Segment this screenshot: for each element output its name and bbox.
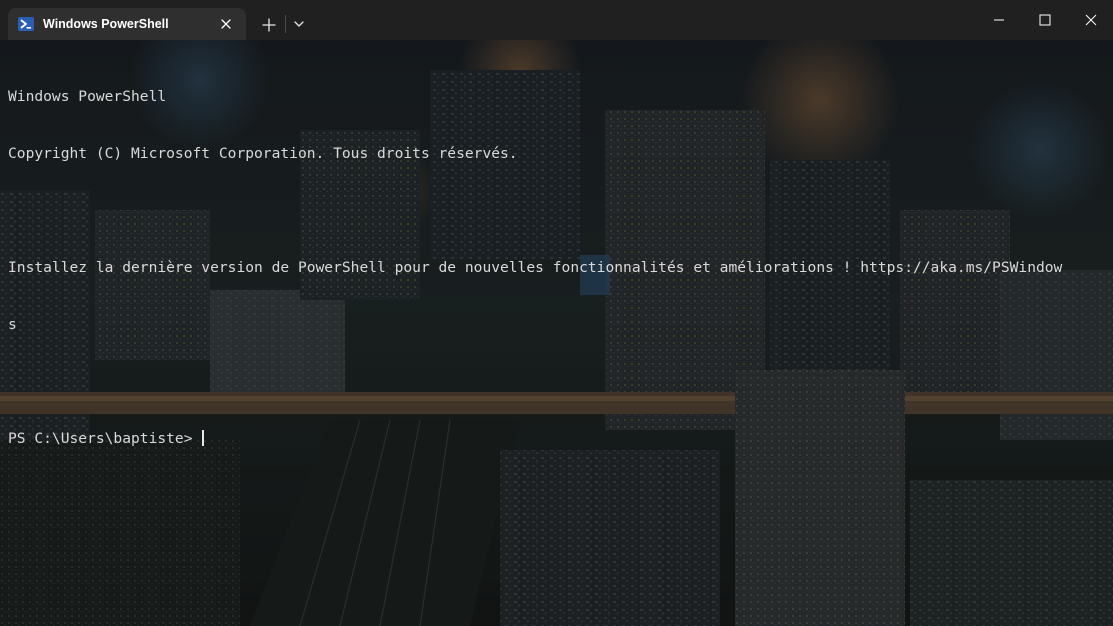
powershell-icon [18,16,34,32]
tab-divider [285,15,286,33]
terminal-line: Copyright (C) Microsoft Corporation. Tou… [8,145,518,162]
maximize-icon [1039,14,1051,26]
terminal-line: s [8,316,17,333]
terminal-window: Windows PowerShell Windows PowerShell Co… [0,0,1113,626]
close-icon [1085,14,1097,26]
maximize-button[interactable] [1021,0,1067,40]
prompt-line[interactable]: PS C:\Users\baptiste> [8,429,1108,448]
terminal-line: Installez la dernière version de PowerSh… [8,259,1063,276]
minimize-button[interactable] [975,0,1021,40]
close-window-button[interactable] [1067,0,1113,40]
title-bar: Windows PowerShell [0,0,1113,40]
chevron-down-icon [294,21,304,27]
tab-windows-powershell[interactable]: Windows PowerShell [8,8,246,40]
plus-icon [262,18,276,32]
terminal-pane[interactable]: Windows PowerShell Copyright (C) Microso… [0,40,1113,626]
new-tab-dropdown-button[interactable] [290,15,308,33]
text-cursor [202,430,204,446]
terminal-output: Windows PowerShell Copyright (C) Microso… [8,49,1108,486]
prompt: PS C:\Users\baptiste> [8,430,202,447]
new-tab-button[interactable] [258,14,280,36]
minimize-icon [994,19,1004,21]
tab-title: Windows PowerShell [43,17,169,31]
close-icon [221,19,231,29]
tab-close-button[interactable] [218,16,234,32]
terminal-line: Windows PowerShell [8,88,167,105]
